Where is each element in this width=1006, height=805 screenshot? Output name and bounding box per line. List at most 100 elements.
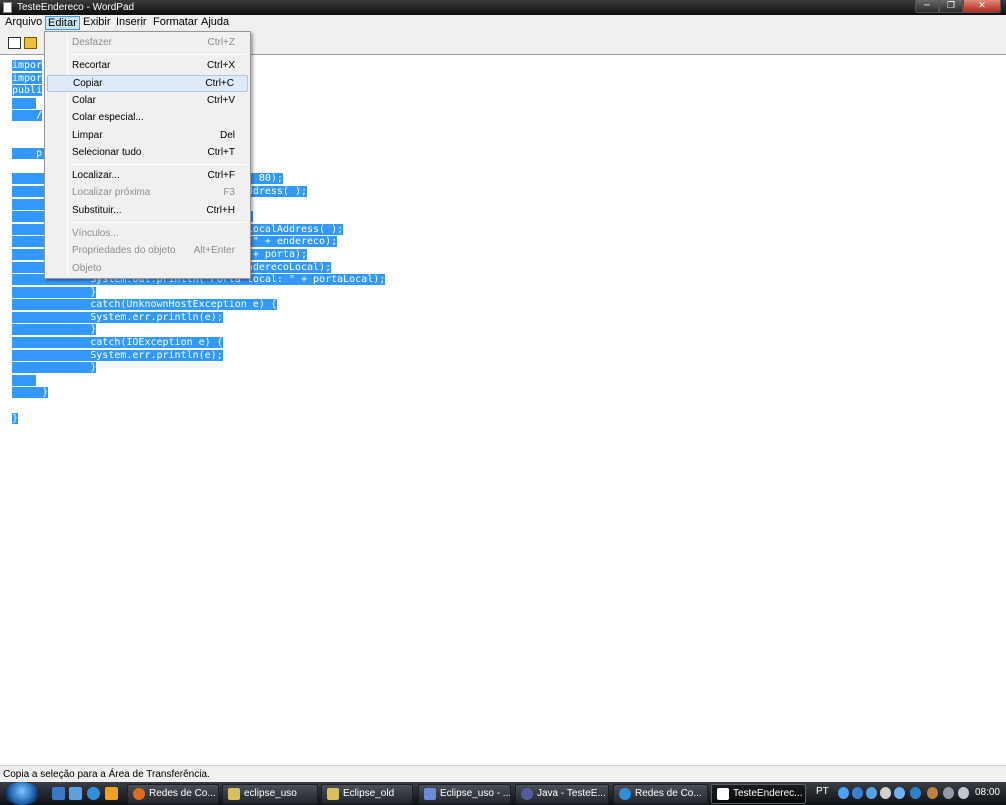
menu-arquivo[interactable]: Arquivo <box>3 16 44 30</box>
menu-ajuda[interactable]: Ajuda <box>199 16 231 30</box>
language-indicator[interactable]: PT <box>816 786 829 797</box>
display-icon[interactable] <box>943 787 954 799</box>
menu-item-recortar[interactable]: Recortar Ctrl+X <box>47 57 248 74</box>
selected-text: System.err.println(e); <box>12 311 223 323</box>
minimize-button[interactable]: ─ <box>915 0 939 13</box>
menu-exibir[interactable]: Exibir <box>81 16 113 30</box>
selected-text: } <box>12 286 97 298</box>
folder-icon <box>228 788 240 800</box>
menu-separator <box>71 164 247 166</box>
menu-item-selecionar-tudo[interactable]: Selecionar tudo Ctrl+T <box>47 144 248 161</box>
close-button[interactable]: ✕ <box>963 0 1001 13</box>
menu-separator <box>71 222 247 223</box>
code-line <box>12 374 385 388</box>
selected-text: impor <box>12 60 43 71</box>
window-icon <box>424 788 436 800</box>
selected-text: } <box>12 387 49 399</box>
taskbar-button-redes-1[interactable]: Redes de Co... <box>127 784 219 804</box>
menu-item-label: Vínculos... <box>72 228 119 239</box>
media-player-icon[interactable] <box>105 787 118 800</box>
menu-item-label: Limpar <box>72 129 103 141</box>
code-line: } <box>12 387 385 400</box>
menu-item-label: Propriedades do objeto <box>72 245 176 257</box>
taskbar-button-wordpad[interactable]: TesteEnderec... <box>711 784 806 804</box>
menu-inserir[interactable]: Inserir <box>114 16 149 30</box>
taskbar-button-label: Redes de Co... <box>635 788 702 799</box>
new-document-icon[interactable] <box>8 37 21 49</box>
selected-text: catch(UnknownHostException e) { <box>12 299 277 311</box>
printer-icon[interactable] <box>880 787 891 799</box>
menu-item-shortcut: Alt+Enter <box>193 245 235 257</box>
menu-item-label: Substituir... <box>72 204 122 216</box>
help-icon[interactable] <box>838 787 849 799</box>
taskbar: Redes de Co... eclipse_uso Eclipse_old E… <box>0 782 1006 805</box>
internet-explorer-icon[interactable] <box>87 787 100 800</box>
menu-item-shortcut: Ctrl+C <box>205 77 234 89</box>
menu-item-label: Colar <box>72 94 96 106</box>
shield-icon[interactable] <box>866 787 877 799</box>
taskbar-button-redes-2[interactable]: Redes de Co... <box>613 784 708 804</box>
menu-item-desfazer: Desfazer Ctrl+Z <box>47 34 248 51</box>
title-bar[interactable]: TesteEndereco - WordPad ─ ❐ ✕ <box>0 0 1006 15</box>
taskbar-button-label: Java - TesteE... <box>537 788 606 799</box>
menu-editar[interactable]: Editar <box>45 16 80 30</box>
menu-item-limpar[interactable]: Limpar Del <box>47 127 248 144</box>
taskbar-button-label: eclipse_uso <box>244 788 297 799</box>
network-icon[interactable] <box>852 787 863 799</box>
window-controls: ─ ❐ ✕ <box>915 0 1001 13</box>
selected-text: impor <box>12 72 43 84</box>
menu-item-label: Copiar <box>73 77 103 89</box>
menu-item-substituir[interactable]: Substituir... Ctrl+H <box>47 202 248 219</box>
selected-text: catch(IOException e) { <box>12 337 223 349</box>
menu-item-label: Desfazer <box>72 37 113 48</box>
menu-formatar[interactable]: Formatar <box>151 16 200 30</box>
code-line: System.err.println(e); <box>12 349 385 363</box>
menu-item-shortcut: Ctrl+T <box>207 146 236 158</box>
selected-text <box>12 374 37 386</box>
taskbar-button-eclipse-uso-2[interactable]: Eclipse_uso - ... <box>418 784 511 804</box>
menu-item-shortcut: Del <box>219 129 235 141</box>
menu-item-label: Objeto <box>72 262 102 274</box>
switch-windows-icon[interactable] <box>69 787 82 800</box>
taskbar-button-java-eclipse[interactable]: Java - TesteE... <box>515 784 609 804</box>
volume-icon[interactable] <box>958 787 969 799</box>
code-line: catch(IOException e) { <box>12 337 385 350</box>
wordpad-app-icon[interactable] <box>3 2 12 13</box>
maximize-button[interactable]: ❐ <box>939 0 963 13</box>
show-desktop-icon[interactable] <box>52 787 65 800</box>
taskbar-button-label: Eclipse_uso - ... <box>440 788 511 799</box>
menu-item-colar[interactable]: Colar Ctrl+V <box>47 92 248 109</box>
code-line: } <box>12 362 385 375</box>
firefox-icon <box>133 788 145 800</box>
selected-text: } <box>12 324 97 336</box>
update-icon[interactable] <box>894 787 905 799</box>
open-folder-icon[interactable] <box>24 37 37 49</box>
start-button[interactable] <box>4 782 40 805</box>
code-line: } <box>12 286 385 300</box>
taskbar-button-eclipse-uso[interactable]: eclipse_uso <box>222 784 318 804</box>
menu-item-colar-especial[interactable]: Colar especial... <box>47 109 248 126</box>
system-tray: PT 08:00 <box>812 782 1006 805</box>
menu-item-shortcut: Ctrl+Z <box>207 37 236 48</box>
status-bar: Copia a seleção para a Área de Transferê… <box>0 765 1006 782</box>
search-icon[interactable] <box>910 787 921 799</box>
selected-text: System.err.println(e); <box>12 349 223 361</box>
menu-item-label: Colar especial... <box>72 112 144 124</box>
taskbar-button-eclipse-old[interactable]: Eclipse_old <box>321 784 413 804</box>
security-icon[interactable] <box>927 787 938 799</box>
edit-menu-dropdown: Desfazer Ctrl+Z Recortar Ctrl+X Copiar Ctrl+C… <box>44 31 251 279</box>
menu-item-localizar[interactable]: Localizar... Ctrl+F <box>47 167 248 184</box>
code-line: } <box>12 412 385 426</box>
menu-item-copiar[interactable]: Copiar Ctrl+C <box>47 74 248 92</box>
menu-item-label: Localizar próxima <box>72 187 151 199</box>
clock[interactable]: 08:00 <box>975 787 1000 798</box>
folder-icon <box>327 788 339 800</box>
menu-item-vinculos: Vínculos... <box>47 225 248 242</box>
selected-text: } <box>12 362 97 374</box>
menu-item-shortcut: Ctrl+H <box>206 204 235 216</box>
taskbar-button-label: Eclipse_old <box>343 788 395 799</box>
menu-item-shortcut: Ctrl+F <box>207 170 236 182</box>
internet-explorer-icon <box>619 788 631 800</box>
menu-item-objeto: Objeto <box>47 260 248 277</box>
